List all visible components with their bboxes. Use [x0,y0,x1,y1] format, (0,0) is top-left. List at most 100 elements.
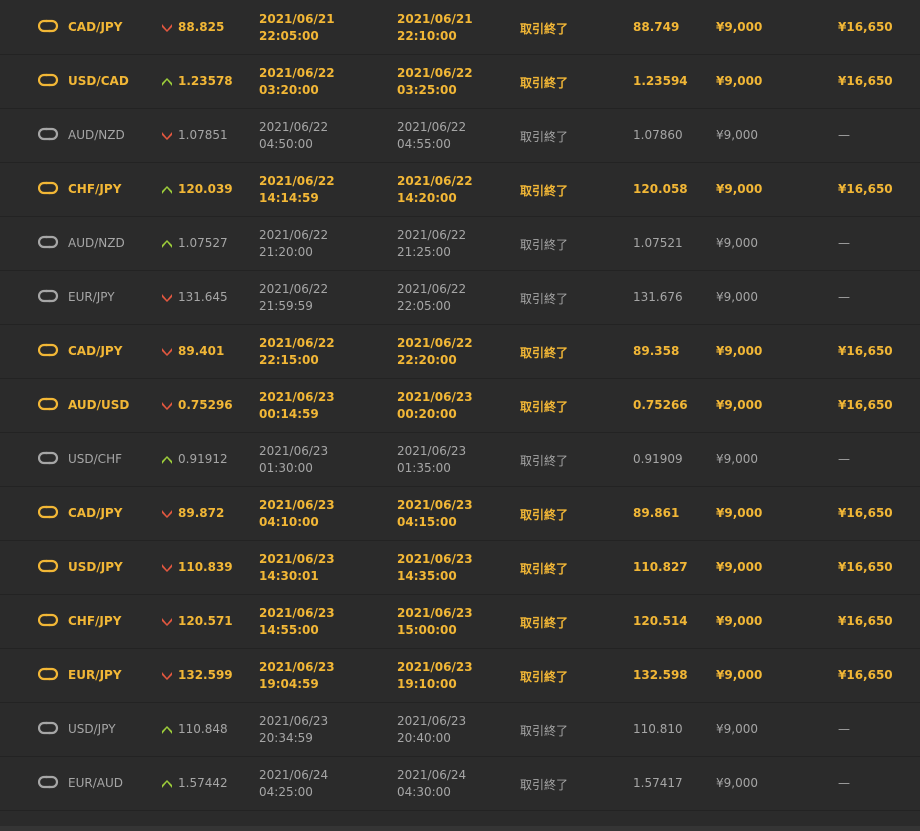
arrow-down-icon [162,618,172,626]
open-date-text: 2021/06/23 [259,390,335,404]
open-date-text: 2021/06/24 [259,768,329,782]
trade-row[interactable]: CAD/JPY 88.825 2021/06/21 22:05:00 2021/… [0,0,920,55]
close-date-text: 2021/06/22 [397,174,473,188]
arrow-down-icon [162,24,172,32]
currency-pair: AUD/NZD [68,236,125,250]
stake-amount: ¥9,000 [716,668,763,682]
exchange-icon [38,397,60,411]
trade-row[interactable]: USD/JPY 110.839 2021/06/23 14:30:01 2021… [0,540,920,595]
open-time: 2021/06/23 00:14:59 [259,389,335,423]
close-date-text: 2021/06/24 [397,768,467,782]
currency-pair: AUD/NZD [68,128,125,142]
trade-row[interactable]: EUR/JPY 131.645 2021/06/22 21:59:59 2021… [0,270,920,325]
close-time-text: 01:35:00 [397,461,451,475]
close-date-text: 2021/06/23 [397,606,473,620]
open-time: 2021/06/22 21:20:00 [259,227,328,261]
entry-rate: 110.839 [178,560,233,574]
close-rate: 1.07860 [633,128,683,142]
close-time-text: 14:20:00 [397,191,457,205]
stake-amount: ¥9,000 [716,722,758,736]
close-time: 2021/06/23 01:35:00 [397,443,466,477]
entry-rate: 110.848 [178,722,228,736]
exchange-icon [38,559,60,573]
open-time: 2021/06/22 21:59:59 [259,281,328,315]
close-time-text: 04:30:00 [397,785,451,799]
close-rate: 0.91909 [633,452,683,466]
open-time: 2021/06/22 04:50:00 [259,119,328,153]
open-time-text: 04:25:00 [259,785,313,799]
entry-rate: 1.07527 [178,236,228,250]
arrow-up-icon [162,186,172,194]
open-date-text: 2021/06/23 [259,606,335,620]
trade-row[interactable]: USD/JPY 110.848 2021/06/23 20:34:59 2021… [0,702,920,757]
open-date-text: 2021/06/21 [259,12,335,26]
entry-rate: 89.872 [178,506,225,520]
trade-row[interactable]: USD/CHF 0.91912 2021/06/23 01:30:00 2021… [0,432,920,487]
payout-amount: ¥16,650 [838,560,893,574]
entry-rate: 120.571 [178,614,233,628]
close-time: 2021/06/22 22:20:00 [397,335,473,369]
arrow-up-icon [162,726,172,734]
open-time: 2021/06/23 19:04:59 [259,659,335,693]
exchange-icon [38,451,60,465]
open-date-text: 2021/06/23 [259,714,329,728]
close-time-text: 00:20:00 [397,407,457,421]
arrow-down-icon [162,564,172,572]
close-date-text: 2021/06/22 [397,228,467,242]
currency-pair: CAD/JPY [68,344,123,358]
close-time: 2021/06/22 04:55:00 [397,119,466,153]
payout-amount: ¥16,650 [838,74,893,88]
exchange-icon [38,127,60,141]
open-time: 2021/06/23 14:55:00 [259,605,335,639]
open-time: 2021/06/23 01:30:00 [259,443,328,477]
open-date-text: 2021/06/22 [259,66,335,80]
trade-row[interactable]: EUR/AUD 1.57442 2021/06/24 04:25:00 2021… [0,756,920,811]
close-time: 2021/06/22 03:25:00 [397,65,473,99]
entry-rate: 120.039 [178,182,233,196]
currency-pair: AUD/USD [68,398,130,412]
trade-status: 取引終了 [520,130,569,144]
trade-row[interactable]: AUD/USD 0.75296 2021/06/23 00:14:59 2021… [0,378,920,433]
trade-status: 取引終了 [520,346,569,360]
close-date-text: 2021/06/22 [397,336,473,350]
trade-row[interactable]: EUR/JPY 132.599 2021/06/23 19:04:59 2021… [0,648,920,703]
trade-status: 取引終了 [520,724,569,738]
exchange-icon [38,505,60,519]
open-date-text: 2021/06/22 [259,120,329,134]
trade-row[interactable]: CHF/JPY 120.039 2021/06/22 14:14:59 2021… [0,162,920,217]
open-date-text: 2021/06/22 [259,174,335,188]
close-time-text: 03:25:00 [397,83,457,97]
open-date-text: 2021/06/22 [259,336,335,350]
trade-row[interactable]: CAD/JPY 89.872 2021/06/23 04:10:00 2021/… [0,486,920,541]
stake-amount: ¥9,000 [716,236,758,250]
close-time: 2021/06/22 22:05:00 [397,281,466,315]
exchange-icon [38,343,60,357]
arrow-up-icon [162,780,172,788]
trade-status: 取引終了 [520,400,569,414]
open-time-text: 19:04:59 [259,677,319,691]
close-date-text: 2021/06/21 [397,12,473,26]
stake-amount: ¥9,000 [716,182,763,196]
payout-amount: — [838,236,850,250]
payout-amount: — [838,128,850,142]
close-date-text: 2021/06/23 [397,552,473,566]
trade-status: 取引終了 [520,454,569,468]
close-time-text: 04:55:00 [397,137,451,151]
payout-amount: — [838,452,850,466]
close-date-text: 2021/06/23 [397,390,473,404]
close-time: 2021/06/23 20:40:00 [397,713,466,747]
close-date-text: 2021/06/23 [397,498,473,512]
trade-row[interactable]: USD/CAD 1.23578 2021/06/22 03:20:00 2021… [0,54,920,109]
exchange-icon [38,289,60,303]
close-time: 2021/06/23 19:10:00 [397,659,473,693]
trade-row[interactable]: AUD/NZD 1.07851 2021/06/22 04:50:00 2021… [0,108,920,163]
trade-row[interactable]: CAD/JPY 89.401 2021/06/22 22:15:00 2021/… [0,324,920,379]
close-date-text: 2021/06/22 [397,282,467,296]
open-time-text: 01:30:00 [259,461,313,475]
open-time-text: 22:05:00 [259,29,319,43]
exchange-icon [38,667,60,681]
close-time: 2021/06/22 21:25:00 [397,227,466,261]
close-rate: 132.598 [633,668,688,682]
trade-row[interactable]: CHF/JPY 120.571 2021/06/23 14:55:00 2021… [0,594,920,649]
trade-row[interactable]: AUD/NZD 1.07527 2021/06/22 21:20:00 2021… [0,216,920,271]
